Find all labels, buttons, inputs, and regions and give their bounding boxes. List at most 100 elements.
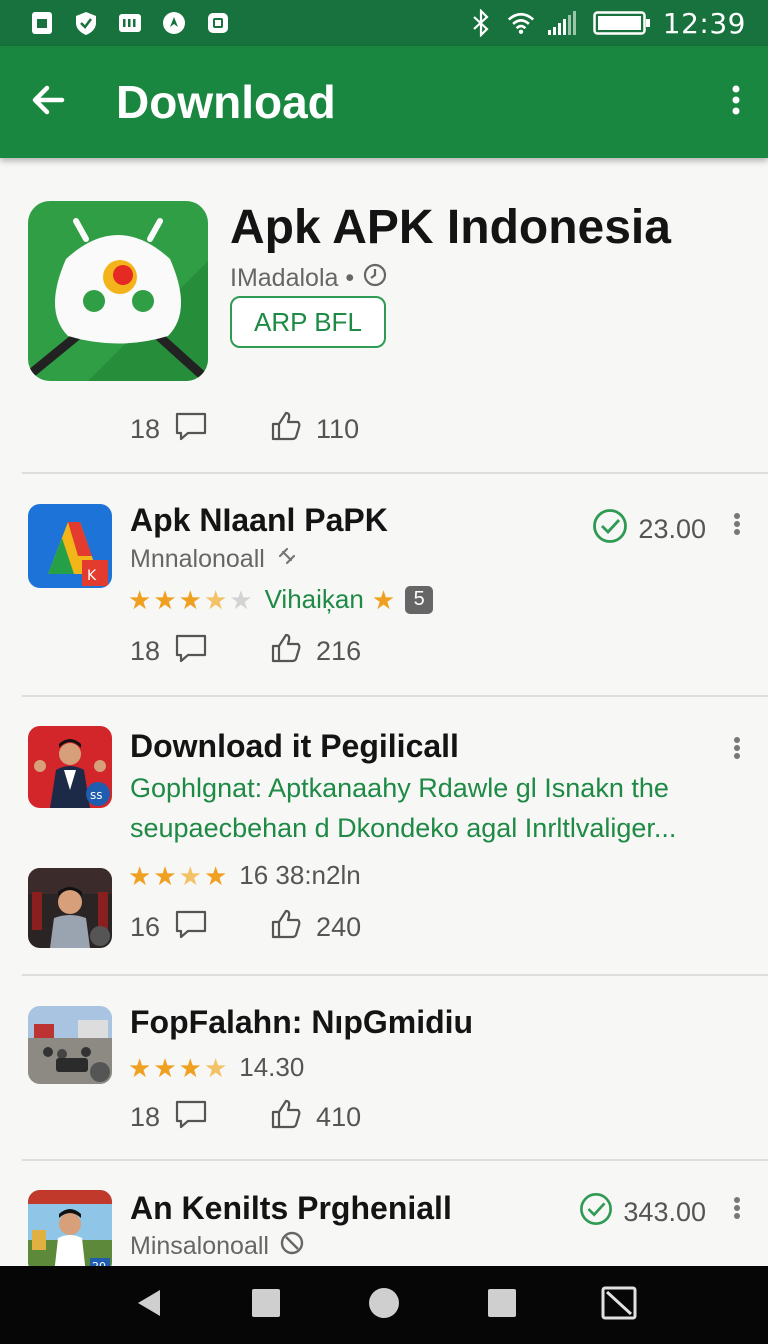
overflow-menu-button[interactable] bbox=[704, 46, 768, 158]
check-circle-icon bbox=[579, 1192, 613, 1233]
rating-label: Vihaiķan bbox=[264, 584, 364, 614]
sd-card-icon bbox=[116, 9, 144, 37]
screen-off-icon bbox=[601, 1286, 637, 1325]
star-icon: ★ bbox=[153, 584, 177, 615]
star-half-icon: ★ bbox=[178, 860, 202, 891]
rating-badge: 5 bbox=[405, 585, 434, 614]
star-icon: ★ bbox=[153, 1052, 177, 1083]
star-icon: ★ bbox=[128, 1052, 152, 1083]
likes-count[interactable]: 110 bbox=[270, 410, 359, 449]
comments-count[interactable]: 18 bbox=[130, 411, 208, 448]
rating-label: 16 38:n2ln bbox=[239, 860, 361, 890]
nav-back-button[interactable] bbox=[129, 1285, 169, 1325]
square-icon bbox=[487, 1288, 517, 1323]
featured-app[interactable]: Apk APK Indonesia IMadalola • ARP BFL 18… bbox=[0, 158, 768, 474]
svg-text:ꜱꜱ: ꜱꜱ bbox=[90, 788, 103, 802]
star-half-icon: ★ bbox=[203, 584, 228, 615]
likes-count[interactable]: 410 bbox=[270, 1098, 361, 1137]
status-bar: 12:39 bbox=[0, 0, 768, 46]
item-menu-button[interactable] bbox=[726, 1190, 748, 1230]
nav-recents-button[interactable] bbox=[482, 1285, 522, 1325]
featured-app-title: Apk APK Indonesia bbox=[230, 201, 671, 254]
app-rating: ★ ★ ★ ★ ★ Vihaiķan ★ 5 bbox=[128, 584, 434, 615]
thumbs-up-icon bbox=[270, 410, 302, 449]
shield-icon bbox=[72, 9, 100, 37]
clock-time: 12:39 bbox=[662, 6, 746, 40]
sync-off-icon bbox=[279, 1230, 305, 1263]
thumbs-up-icon bbox=[270, 1098, 302, 1137]
link-off-icon bbox=[275, 544, 299, 575]
nav-screen-off-button[interactable] bbox=[599, 1285, 639, 1325]
nav-square-button[interactable] bbox=[246, 1285, 286, 1325]
comment-icon bbox=[174, 633, 208, 670]
signal-icon bbox=[547, 9, 581, 37]
star-icon: ★ bbox=[371, 584, 396, 615]
divider bbox=[22, 974, 768, 976]
app-stats: 16 240 bbox=[130, 908, 361, 947]
wifi-icon bbox=[507, 9, 535, 37]
thumbs-up-icon bbox=[270, 632, 302, 671]
comment-icon bbox=[174, 411, 208, 448]
likes-count[interactable]: 216 bbox=[270, 632, 361, 671]
circle-home-icon bbox=[368, 1287, 400, 1324]
thumbs-up-icon bbox=[270, 908, 302, 947]
comment-icon bbox=[174, 909, 208, 946]
more-vert-icon bbox=[733, 512, 741, 541]
star-icon: ★ bbox=[178, 584, 202, 615]
location-icon bbox=[160, 9, 188, 37]
featured-app-icon bbox=[28, 201, 208, 381]
app-title: FopFalahn: NıpGmidiu bbox=[130, 1004, 474, 1040]
star-icon: ★ bbox=[128, 584, 152, 615]
likes-count[interactable]: 240 bbox=[270, 908, 361, 947]
app-icon bbox=[28, 1006, 112, 1084]
app-list: Apk APK Indonesia IMadalola • ARP BFL 18… bbox=[0, 158, 768, 1266]
featured-app-developer: IMadalola • bbox=[230, 262, 388, 295]
svg-text:K: K bbox=[87, 568, 97, 584]
featured-app-badge[interactable]: ARP BFL bbox=[230, 296, 386, 348]
item-menu-button[interactable] bbox=[726, 506, 748, 546]
comments-count[interactable]: 18 bbox=[130, 633, 208, 670]
clock-icon bbox=[362, 262, 388, 295]
app-bar: Download bbox=[0, 46, 768, 158]
system-navigation-bar bbox=[0, 1266, 768, 1344]
bluetooth-icon bbox=[467, 9, 495, 37]
more-vert-icon bbox=[731, 84, 741, 121]
divider bbox=[22, 1159, 768, 1161]
triangle-back-icon bbox=[136, 1288, 162, 1323]
comments-count[interactable]: 16 bbox=[130, 909, 208, 946]
comment-icon bbox=[174, 1099, 208, 1136]
app-title: Download it Pegilicall bbox=[130, 728, 459, 764]
app-rating: ★ ★ ★ ★ 14.30 bbox=[128, 1052, 304, 1083]
square-icon bbox=[251, 1288, 281, 1323]
app-icon: 20 bbox=[28, 1190, 112, 1266]
battery-icon bbox=[593, 9, 651, 37]
app-description: Gophlgnat: Aptkanaahy Rdawle gl Isnakn t… bbox=[130, 773, 677, 843]
app-stats: 18 410 bbox=[130, 1098, 361, 1137]
star-icon: ★ bbox=[203, 860, 228, 891]
clipboard-icon bbox=[204, 9, 232, 37]
back-button[interactable] bbox=[0, 46, 96, 158]
star-half-icon: ★ bbox=[203, 1052, 228, 1083]
arrow-left-icon bbox=[30, 82, 66, 123]
more-vert-icon bbox=[733, 736, 741, 765]
nav-home-button[interactable] bbox=[364, 1285, 404, 1325]
check-circle-icon bbox=[592, 508, 628, 551]
divider bbox=[22, 472, 768, 474]
featured-app-stats: 18 110 bbox=[130, 410, 359, 449]
app-developer: Mnnalonoall bbox=[130, 544, 299, 575]
app-icon-secondary bbox=[28, 868, 112, 948]
page-title: Download bbox=[116, 76, 336, 128]
app-developer: Minsalonoall bbox=[130, 1230, 305, 1263]
more-vert-icon bbox=[733, 1196, 741, 1225]
app-title: An Kenilts Prgheniall bbox=[130, 1190, 452, 1226]
star-empty-icon: ★ bbox=[229, 584, 253, 615]
app-stats: 18 216 bbox=[130, 632, 361, 671]
comments-count[interactable]: 18 bbox=[130, 1099, 208, 1136]
app-price[interactable]: 23.00 bbox=[592, 508, 706, 551]
app-title: Apk NIaanl PaPK bbox=[130, 502, 388, 538]
app-price[interactable]: 343.00 bbox=[579, 1192, 706, 1233]
divider bbox=[22, 695, 768, 697]
item-menu-button[interactable] bbox=[726, 730, 748, 770]
star-icon: ★ bbox=[178, 1052, 202, 1083]
sim-card-icon bbox=[28, 9, 56, 37]
